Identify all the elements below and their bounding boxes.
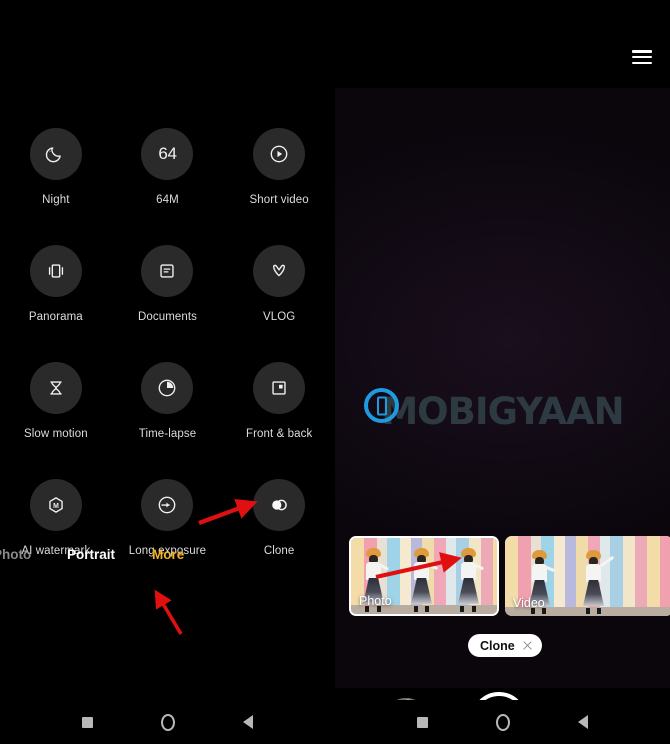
mode-tab-more[interactable]: More — [152, 547, 184, 562]
screenshot-stage: Night 64 64M Short video Panorama Docume… — [0, 0, 670, 744]
long-exposure-icon — [159, 496, 176, 514]
mode-icon-wrap — [141, 479, 194, 531]
hexagon-m-icon: M — [49, 497, 63, 513]
mode-ai-watermark[interactable]: M AI watermark — [0, 479, 112, 557]
mode-icon-wrap — [253, 479, 306, 531]
mode-label: Time-lapse — [138, 428, 197, 440]
mode-clone[interactable]: Clone — [223, 479, 335, 557]
document-scan-icon — [160, 264, 175, 278]
play-circle-icon — [270, 145, 288, 163]
mode-icon-wrap — [253, 128, 306, 180]
front-back-frame-icon — [272, 381, 286, 395]
active-mode-chip-clone[interactable]: Clone — [468, 634, 542, 657]
camera-mode-grid: Night 64 64M Short video Panorama Docume… — [0, 128, 335, 557]
more-modes-screen: Night 64 64M Short video Panorama Docume… — [0, 0, 335, 744]
watermark-text: MOBIGYAAN — [381, 390, 624, 433]
phone-circle-logo-icon — [364, 388, 399, 423]
mode-label: Night — [42, 194, 70, 206]
mode-icon-wrap — [29, 128, 82, 180]
mode-slow-motion[interactable]: Slow motion — [0, 362, 112, 440]
timelapse-clock-icon — [159, 379, 176, 397]
mode-label: Front & back — [245, 428, 313, 440]
mode-panorama[interactable]: Panorama — [0, 245, 112, 323]
svg-text:M: M — [53, 503, 59, 510]
hamburger-line — [632, 50, 652, 53]
triangle-back-icon[interactable] — [578, 715, 588, 729]
camera-viewfinder[interactable]: MOBIGYAAN Photo Video Clone — [335, 88, 670, 744]
triangle-back-icon[interactable] — [243, 715, 253, 729]
mobigyaan-watermark: MOBIGYAAN — [335, 388, 670, 433]
clone-circles-icon — [272, 499, 288, 511]
mode-icon-wrap — [141, 362, 194, 414]
mode-long-exposure[interactable]: Long exposure — [112, 479, 224, 557]
navigation-bar-left — [0, 700, 335, 744]
clone-figure — [579, 550, 615, 614]
mode-short-video[interactable]: Short video — [223, 128, 335, 206]
mode-icon-wrap — [141, 245, 194, 297]
hamburger-line — [632, 55, 652, 59]
mode-label: 64M — [156, 194, 179, 206]
close-icon[interactable] — [522, 640, 533, 651]
panorama-icon — [48, 264, 63, 278]
thumbnail-video[interactable]: Video — [505, 536, 670, 616]
hamburger-menu-icon[interactable] — [632, 50, 652, 64]
thumbnail-label: Photo — [359, 594, 392, 608]
mode-label: Documents — [137, 311, 198, 323]
vlog-heart-icon — [273, 264, 286, 277]
mode-label: Slow motion — [23, 428, 88, 440]
mode-time-lapse[interactable]: Time-lapse — [112, 362, 224, 440]
mode-icon-wrap — [29, 245, 82, 297]
mode-icon-wrap — [253, 362, 306, 414]
thumbnail-photo[interactable]: Photo — [349, 536, 499, 616]
circle-icon[interactable] — [496, 713, 510, 731]
navigation-bar-right — [335, 700, 670, 744]
clone-preview-screen: MOBIGYAAN Photo Video Clone — [335, 0, 670, 744]
hourglass-icon — [50, 381, 62, 395]
mode-tab-portrait[interactable]: Portrait — [67, 547, 115, 562]
mode-selector-strip: Photo Portrait More — [0, 547, 335, 575]
mode-icon-wrap: M — [29, 479, 82, 531]
mode-icon-wrap — [253, 245, 306, 297]
clone-type-thumbnails: Photo Video — [335, 536, 670, 618]
square-icon[interactable] — [417, 716, 428, 728]
mode-icon-wrap — [29, 362, 82, 414]
megapixel-64-icon: 64 — [158, 144, 177, 163]
mode-label: Short video — [249, 194, 309, 206]
mode-front-and-back[interactable]: Front & back — [223, 362, 335, 440]
circle-icon[interactable] — [161, 713, 175, 731]
hamburger-line — [632, 61, 652, 64]
mode-icon-wrap: 64 — [141, 128, 194, 180]
mode-vlog[interactable]: VLOG — [223, 245, 335, 323]
chip-label: Clone — [480, 638, 515, 653]
thumbnail-label: Video — [513, 596, 545, 610]
square-icon[interactable] — [82, 716, 93, 728]
mode-tab-photo[interactable]: Photo — [0, 547, 31, 562]
mode-label: VLOG — [262, 311, 296, 323]
clone-figure — [407, 548, 439, 612]
mode-night[interactable]: Night — [0, 128, 112, 206]
mode-documents[interactable]: Documents — [112, 245, 224, 323]
mode-label: Panorama — [28, 311, 83, 323]
clone-figure — [454, 548, 485, 612]
mode-64m[interactable]: 64 64M — [112, 128, 224, 206]
crescent-moon-icon — [45, 147, 61, 163]
